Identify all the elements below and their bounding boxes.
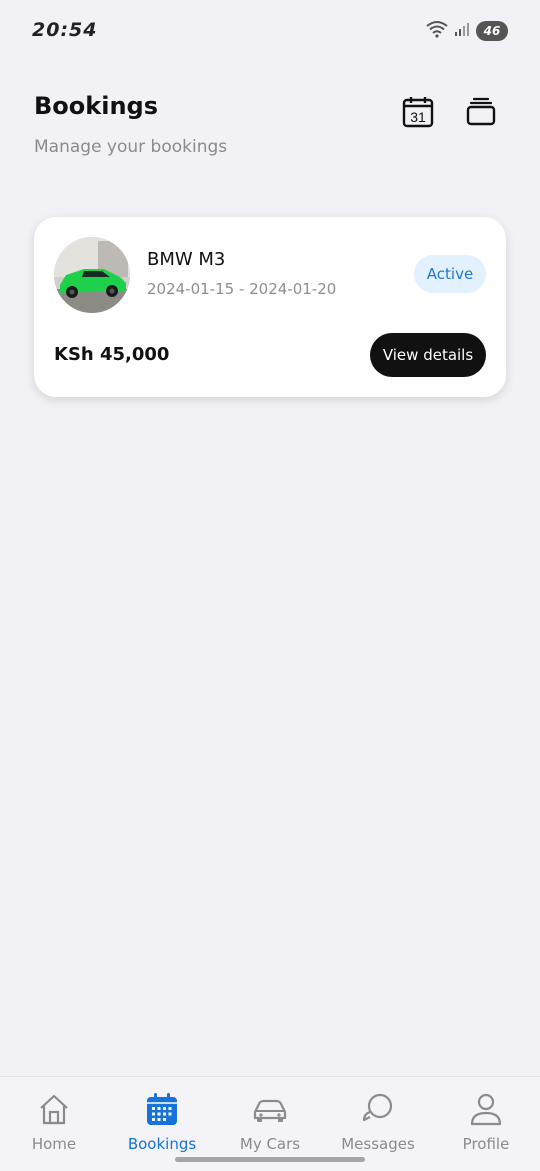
- home-indicator: [175, 1157, 365, 1162]
- calendar-day-label: 31: [410, 109, 426, 125]
- car-icon: [252, 1091, 288, 1127]
- signal-icon: [454, 21, 470, 41]
- nav-item-profile[interactable]: Profile: [432, 1077, 540, 1171]
- booking-dates: 2024-01-15 - 2024-01-20: [147, 280, 337, 298]
- booking-card[interactable]: BMW M3 2024-01-15 - 2024-01-20 Active KS…: [34, 217, 506, 397]
- car-name: BMW M3: [147, 249, 226, 270]
- calendar-icon: 31: [402, 97, 434, 128]
- nav-item-home[interactable]: Home: [0, 1077, 108, 1171]
- status-icons: 46: [426, 20, 508, 42]
- home-icon: [36, 1091, 72, 1127]
- user-icon: [468, 1091, 504, 1127]
- status-time: 20:54: [32, 19, 98, 41]
- page-subtitle: Manage your bookings: [34, 137, 228, 157]
- calendar-icon: [144, 1091, 180, 1127]
- page-title: Bookings: [34, 92, 159, 120]
- nav-label-my-cars: My Cars: [239, 1135, 301, 1153]
- wifi-icon: [426, 20, 448, 42]
- view-details-button[interactable]: View details: [370, 333, 486, 377]
- booking-price: KSh 45,000: [54, 344, 170, 365]
- calendar-button[interactable]: 31: [398, 92, 438, 132]
- car-image: [54, 237, 130, 313]
- nav-label-bookings: Bookings: [127, 1135, 197, 1153]
- battery-indicator: 46: [476, 21, 508, 41]
- nav-label-home: Home: [31, 1135, 77, 1153]
- nav-label-messages: Messages: [341, 1135, 415, 1153]
- status-bar: 20:54 46: [0, 0, 540, 62]
- stack-button[interactable]: [461, 92, 501, 132]
- chat-icon: [360, 1091, 396, 1127]
- status-badge: Active: [414, 255, 486, 293]
- nav-label-profile: Profile: [462, 1135, 510, 1153]
- stack-icon: [466, 97, 496, 126]
